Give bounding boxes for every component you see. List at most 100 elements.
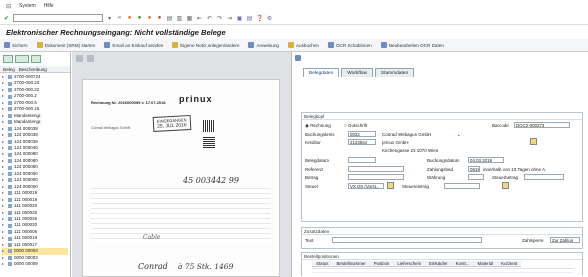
steuer-label: Steuer: [305, 184, 319, 189]
find-icon[interactable]: ▥: [176, 15, 183, 22]
command-field[interactable]: [13, 14, 103, 22]
kreditor-detail-icon[interactable]: [530, 138, 537, 145]
zahlsperre-label: Zahlsperre: [522, 238, 544, 243]
referenz-label: Referenz: [305, 167, 324, 172]
buchungsdatum-field[interactable]: 04.03.2019: [468, 157, 504, 163]
steuerbetrag-field[interactable]: [524, 174, 564, 180]
kreditor-field[interactable]: 2123564: [348, 139, 376, 145]
layout-icon[interactable]: ⚙: [266, 15, 273, 22]
bestellposition-title: Bestellpositionen: [302, 253, 582, 260]
buchungskreis-field[interactable]: 0032: [348, 131, 376, 137]
next-page-icon[interactable]: ↷: [216, 15, 223, 22]
last-page-icon[interactable]: ⇥: [226, 15, 233, 22]
handwritten-conrad: Conrad: [138, 262, 168, 271]
radio-rechnung[interactable]: ◉ Rechnung: [305, 123, 331, 129]
expand-icon[interactable]: ▸: [2, 261, 6, 267]
print-icon[interactable]: ▤: [166, 15, 173, 22]
tab-strip: Belegdaten Workflow Stammdaten: [303, 68, 415, 77]
tab-belegdaten[interactable]: Belegdaten: [303, 68, 340, 77]
col-bestellnummer[interactable]: Bestellnummer: [332, 261, 369, 266]
new-session-icon[interactable]: ▣: [236, 15, 243, 22]
folder-icon: [8, 262, 12, 267]
prev-page-icon[interactable]: ↶: [206, 15, 213, 22]
tree-item[interactable]: ▸ 0000 00009: [2, 261, 68, 267]
menu-hilfe[interactable]: Hilfe: [44, 3, 54, 9]
folder-icon: [8, 120, 12, 125]
kreditor-label: Kreditor: [305, 140, 321, 145]
kreditor-address: Kirchengasse 23 1070 Wien: [382, 148, 439, 153]
menu-system[interactable]: System: [19, 3, 36, 9]
instruction-button[interactable]: Anweisung: [248, 42, 279, 48]
waehrung-field[interactable]: [468, 174, 484, 180]
stamp-date: 25. JUL 2016: [156, 122, 187, 130]
steuereintrag-field[interactable]: [444, 183, 480, 189]
referenz-field[interactable]: [348, 166, 404, 172]
folder-icon: [8, 230, 12, 235]
back-green-icon[interactable]: ●: [136, 15, 143, 21]
fit-icon[interactable]: [87, 54, 94, 62]
zahlungsbed-label: Zahlungsbed.: [427, 167, 455, 172]
tree-layout-button[interactable]: [15, 55, 29, 63]
arrow-left-icon: [295, 55, 301, 61]
col-position[interactable]: Position: [370, 261, 394, 266]
back-icon[interactable]: «: [116, 15, 123, 21]
steuer-help-icon[interactable]: [387, 182, 394, 189]
save-button[interactable]: Sichern: [4, 42, 28, 48]
col-status[interactable]: Status: [312, 261, 332, 266]
save-icon[interactable]: ●: [126, 15, 133, 21]
warning-icon[interactable]: [502, 182, 509, 189]
col-beleg[interactable]: Beleg: [3, 67, 15, 72]
col-kontr[interactable]: Kontr...: [452, 261, 474, 266]
folder-icon: [8, 101, 12, 106]
folder-icon: [8, 81, 12, 86]
folder-icon: [8, 94, 12, 99]
tree-filter-button[interactable]: [3, 55, 13, 63]
po-table-rows[interactable]: [312, 268, 574, 276]
zoom-icon[interactable]: [76, 54, 83, 62]
document-tree: ▸ 2700-000724 ▸ 2700-000.23 ▸ 2700-000.22 ▸ 270…: [0, 73, 70, 269]
history-icon[interactable]: ▾: [106, 15, 113, 22]
qr-code: [203, 120, 215, 132]
zahlsperre-select[interactable]: Zur Zahlun: [550, 237, 580, 243]
prev-doc-button[interactable]: [295, 55, 301, 61]
folder-icon: [8, 159, 12, 164]
refresh-ocr-button[interactable]: Neubearbeiten OCR Daten: [380, 42, 444, 48]
find-next-icon[interactable]: ▦: [186, 15, 193, 22]
document-icon: [36, 42, 43, 48]
note-button[interactable]: Eigene Notiz anlegen/ändern: [172, 42, 239, 48]
buchungskreis-label: Buchungskreis: [305, 132, 335, 137]
sender-text: Conrad Webagus GmbH: [91, 126, 131, 130]
first-page-icon[interactable]: ⇤: [196, 15, 203, 22]
steuer-select[interactable]: VX DS (Vorst...: [348, 183, 384, 189]
enter-icon[interactable]: ✔: [3, 15, 10, 22]
text-label: Text: [305, 238, 314, 243]
tree-export-button[interactable]: [31, 55, 41, 63]
email-button[interactable]: Email an Einkauf senden: [104, 42, 163, 48]
col-lieferschein[interactable]: Lieferschein: [393, 261, 425, 266]
help-icon[interactable]: ❓: [256, 15, 263, 22]
radio-gutschrift[interactable]: ○ Gutschrift: [344, 123, 367, 128]
post-button[interactable]: Ausbuchen: [287, 42, 319, 48]
shortcut-icon[interactable]: ▤: [246, 15, 253, 22]
waehrung-label: Währung: [427, 175, 446, 180]
betrag-field[interactable]: [348, 174, 404, 180]
barcode-field[interactable]: DOC2-000273: [514, 122, 570, 128]
col-beschreibung[interactable]: Beschreibung: [19, 67, 47, 72]
document-button[interactable]: Dokument (SRM) starten: [36, 42, 95, 48]
col-kurztext[interactable]: Kurztext: [497, 261, 521, 266]
cancel-icon[interactable]: ●: [156, 15, 163, 21]
text-field[interactable]: [332, 237, 482, 243]
handwritten-cable: Cable: [143, 234, 161, 241]
zahlungsbed-text: innerhalb von 10 Tagen ohne A.: [483, 167, 547, 172]
tab-workflow[interactable]: Workflow: [341, 68, 373, 77]
zahlungsbed-field[interactable]: 0619: [468, 166, 480, 172]
folder-icon: [8, 210, 12, 215]
folder-icon: [8, 191, 12, 196]
tab-stammdaten[interactable]: Stammdaten: [374, 68, 415, 77]
belegdatum-field[interactable]: [348, 157, 376, 163]
ocr-button[interactable]: OCR Schablonen: [327, 42, 372, 48]
col-einkaeufer[interactable]: Einkäufer: [425, 261, 452, 266]
exit-icon[interactable]: ●: [146, 15, 153, 21]
tree-item-label: 0000 00009: [14, 261, 38, 267]
col-material[interactable]: Material: [474, 261, 498, 266]
